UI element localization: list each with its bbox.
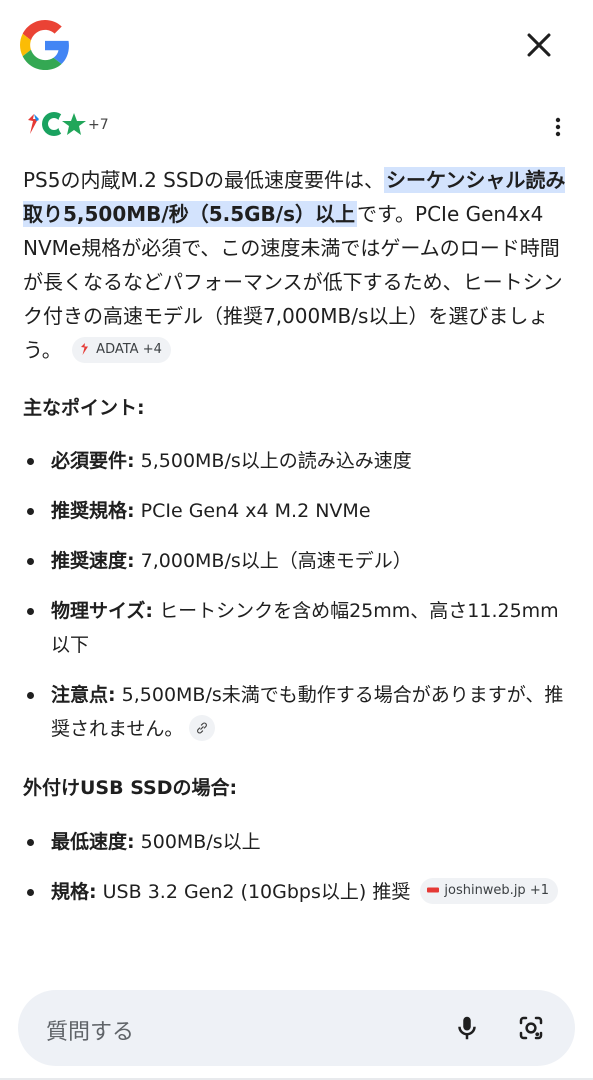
star-favicon bbox=[58, 108, 90, 140]
list-item: 物理サイズ: ヒートシンクを含め幅25mm、高さ11.25mm以下 bbox=[23, 594, 573, 662]
more-sources-count: +7 bbox=[88, 117, 109, 133]
google-g-logo bbox=[20, 20, 69, 70]
answer-text-before: PS5の内蔵M.2 SSDの最低速度要件は、 bbox=[23, 168, 384, 192]
main-points-title: 主なポイント: bbox=[23, 397, 145, 419]
link-icon bbox=[197, 722, 208, 733]
google-lens-icon[interactable] bbox=[516, 1013, 546, 1043]
main-points-list: 必須要件: 5,500MB/s以上の読み込み速度 推奨規格: PCIe Gen4… bbox=[23, 444, 573, 762]
citation-chip-joshinweb[interactable]: joshinweb.jp +1 bbox=[420, 877, 558, 904]
adata-icon bbox=[81, 343, 89, 355]
close-icon[interactable] bbox=[522, 28, 556, 62]
list-item: 最低速度: 500MB/s以上 bbox=[23, 825, 573, 859]
source-favicons-row[interactable]: +7 bbox=[18, 108, 578, 142]
ask-bar[interactable]: 質問する bbox=[18, 990, 575, 1066]
top-bar bbox=[0, 0, 593, 92]
more-vert-icon[interactable] bbox=[548, 116, 568, 138]
usb-section-title: 外付けUSB SSDの場合: bbox=[23, 777, 238, 799]
list-item: 規格: USB 3.2 Gen2 (10Gbps以上) 推奨 joshinweb… bbox=[23, 875, 573, 909]
list-item: 注意点: 5,500MB/s未満でも動作する場合がありますが、推奨されません。 bbox=[23, 678, 573, 746]
list-item: 推奨規格: PCIe Gen4 x4 M.2 NVMe bbox=[23, 494, 573, 528]
link-chip[interactable] bbox=[189, 714, 216, 741]
ask-input[interactable]: 質問する bbox=[46, 1014, 134, 1046]
list-item: 推奨速度: 7,000MB/s以上（高速モデル） bbox=[23, 544, 573, 578]
list-item: 必須要件: 5,500MB/s以上の読み込み速度 bbox=[23, 444, 573, 478]
joshinweb-icon bbox=[427, 887, 440, 893]
citation-chip-label: ADATA +4 bbox=[96, 341, 162, 357]
usb-points-list: 最低速度: 500MB/s以上 規格: USB 3.2 Gen2 (10Gbps… bbox=[23, 825, 573, 925]
citation-chip-adata[interactable]: ADATA +4 bbox=[72, 336, 171, 363]
citation-chip-label: joshinweb.jp +1 bbox=[444, 882, 549, 898]
mic-icon[interactable] bbox=[452, 1013, 482, 1043]
ai-answer-paragraph: PS5の内蔵M.2 SSDの最低速度要件は、 シーケンシャル読み取り5,500MB… bbox=[23, 163, 573, 367]
